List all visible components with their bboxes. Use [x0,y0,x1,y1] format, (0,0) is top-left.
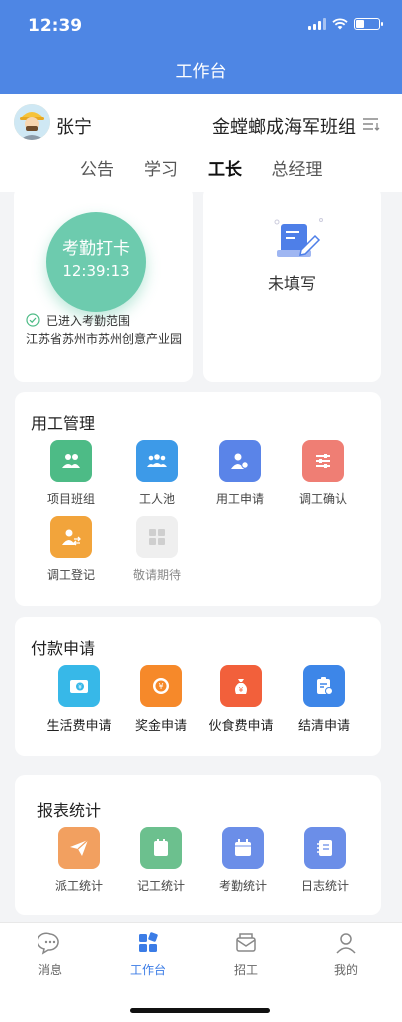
sliders-icon [302,440,344,482]
form-status: 未填写 [267,274,316,293]
team-icon [50,440,92,482]
calendar-icon [222,827,264,869]
labor-management-section: 用工管理 项目班组 工人池 用工申请 调工确认 调工登记 敬请期待 [15,392,381,606]
section-title: 付款申请 [31,639,96,658]
edit-form-icon [274,218,323,257]
log-stats-item[interactable]: 日志统计 [285,827,365,894]
list-sort-icon[interactable] [362,116,382,132]
user-profile-icon [336,933,356,954]
workers-icon [136,440,178,482]
settlement-item[interactable]: 结清申请 [284,665,364,734]
transfer-register-item[interactable]: 调工登记 [31,516,111,583]
tabbar-messages[interactable]: 消息 [20,931,80,978]
bonus-item[interactable]: ¥ 奖金申请 [121,665,201,734]
person-transfer-icon [50,516,92,558]
notebook-icon [140,827,182,869]
worker-avatar-icon [14,104,50,140]
signal-icon [308,18,326,30]
clipboard-money-icon [303,665,345,707]
meal-expense-item[interactable]: ¥ 伙食费申请 [201,665,281,734]
clock-in-time: 12:39:13 [62,262,130,280]
home-indicator [130,1008,270,1013]
reports-section: 报表统计 派工统计 记工统计 考勤统计 日志统计 [15,775,381,915]
avatar[interactable] [14,104,50,140]
project-team-item[interactable]: 项目班组 [31,440,111,507]
send-icon [58,827,100,869]
section-title: 用工管理 [31,414,96,433]
tabbar-profile[interactable]: 我的 [316,931,376,978]
check-circle-icon [26,313,40,327]
attendance-stats-item[interactable]: 考勤统计 [203,827,283,894]
svg-text:¥: ¥ [78,684,82,691]
coin-icon: ¥ [140,665,182,707]
worker-pool-item[interactable]: 工人池 [117,440,197,507]
team-name[interactable]: 金螳螂成海军班组 [212,113,356,139]
living-expense-item[interactable]: ¥ 生活费申请 [39,665,119,734]
status-time: 12:39 [28,16,83,36]
battery-icon [354,18,383,30]
work-record-stats-item[interactable]: 记工统计 [121,827,201,894]
labor-request-item[interactable]: 用工申请 [200,440,280,507]
svg-text:¥: ¥ [239,686,244,694]
grid-placeholder-icon [136,516,178,558]
status-icons [308,18,383,30]
attendance-range-status: 已进入考勤范围 [46,314,131,328]
envelope-icon [236,933,256,952]
transfer-confirm-item[interactable]: 调工确认 [283,440,363,507]
dispatch-stats-item[interactable]: 派工统计 [39,827,119,894]
attendance-card: 考勤打卡 12:39:13 已进入考勤范围 江苏省苏州市苏州创意产业园 [14,186,193,382]
tabbar-workbench[interactable]: 工作台 [118,931,178,978]
user-name: 张宁 [56,117,92,138]
header: 张宁 金螳螂成海军班组 公告 学习 工长 总经理 [0,94,402,192]
money-bag-icon: ¥ [220,665,262,707]
clock-in-button[interactable]: 考勤打卡 12:39:13 [46,212,146,312]
clock-in-label: 考勤打卡 [62,239,130,259]
wallet-icon: ¥ [58,665,100,707]
coming-soon-item: 敬请期待 [117,516,197,583]
log-book-icon [304,827,346,869]
nav-title: 工作台 [0,52,402,94]
bottom-tab-bar: 消息 工作台 招工 我的 [0,922,402,1022]
daily-form-card[interactable]: 未填写 [203,186,381,382]
section-title: 报表统计 [37,801,102,820]
svg-text:¥: ¥ [158,682,163,691]
person-apply-icon [219,440,261,482]
attendance-address: 江苏省苏州市苏州创意产业园 [26,332,183,346]
payment-section: 付款申请 ¥ 生活费申请 ¥ 奖金申请 ¥ 伙食费申请 结清申请 [15,617,381,756]
wifi-icon [332,18,348,30]
chat-bubble-icon [36,932,59,955]
workbench-grid-icon [139,932,158,952]
status-bar: 12:39 [0,0,402,52]
tabbar-recruit[interactable]: 招工 [216,931,276,978]
